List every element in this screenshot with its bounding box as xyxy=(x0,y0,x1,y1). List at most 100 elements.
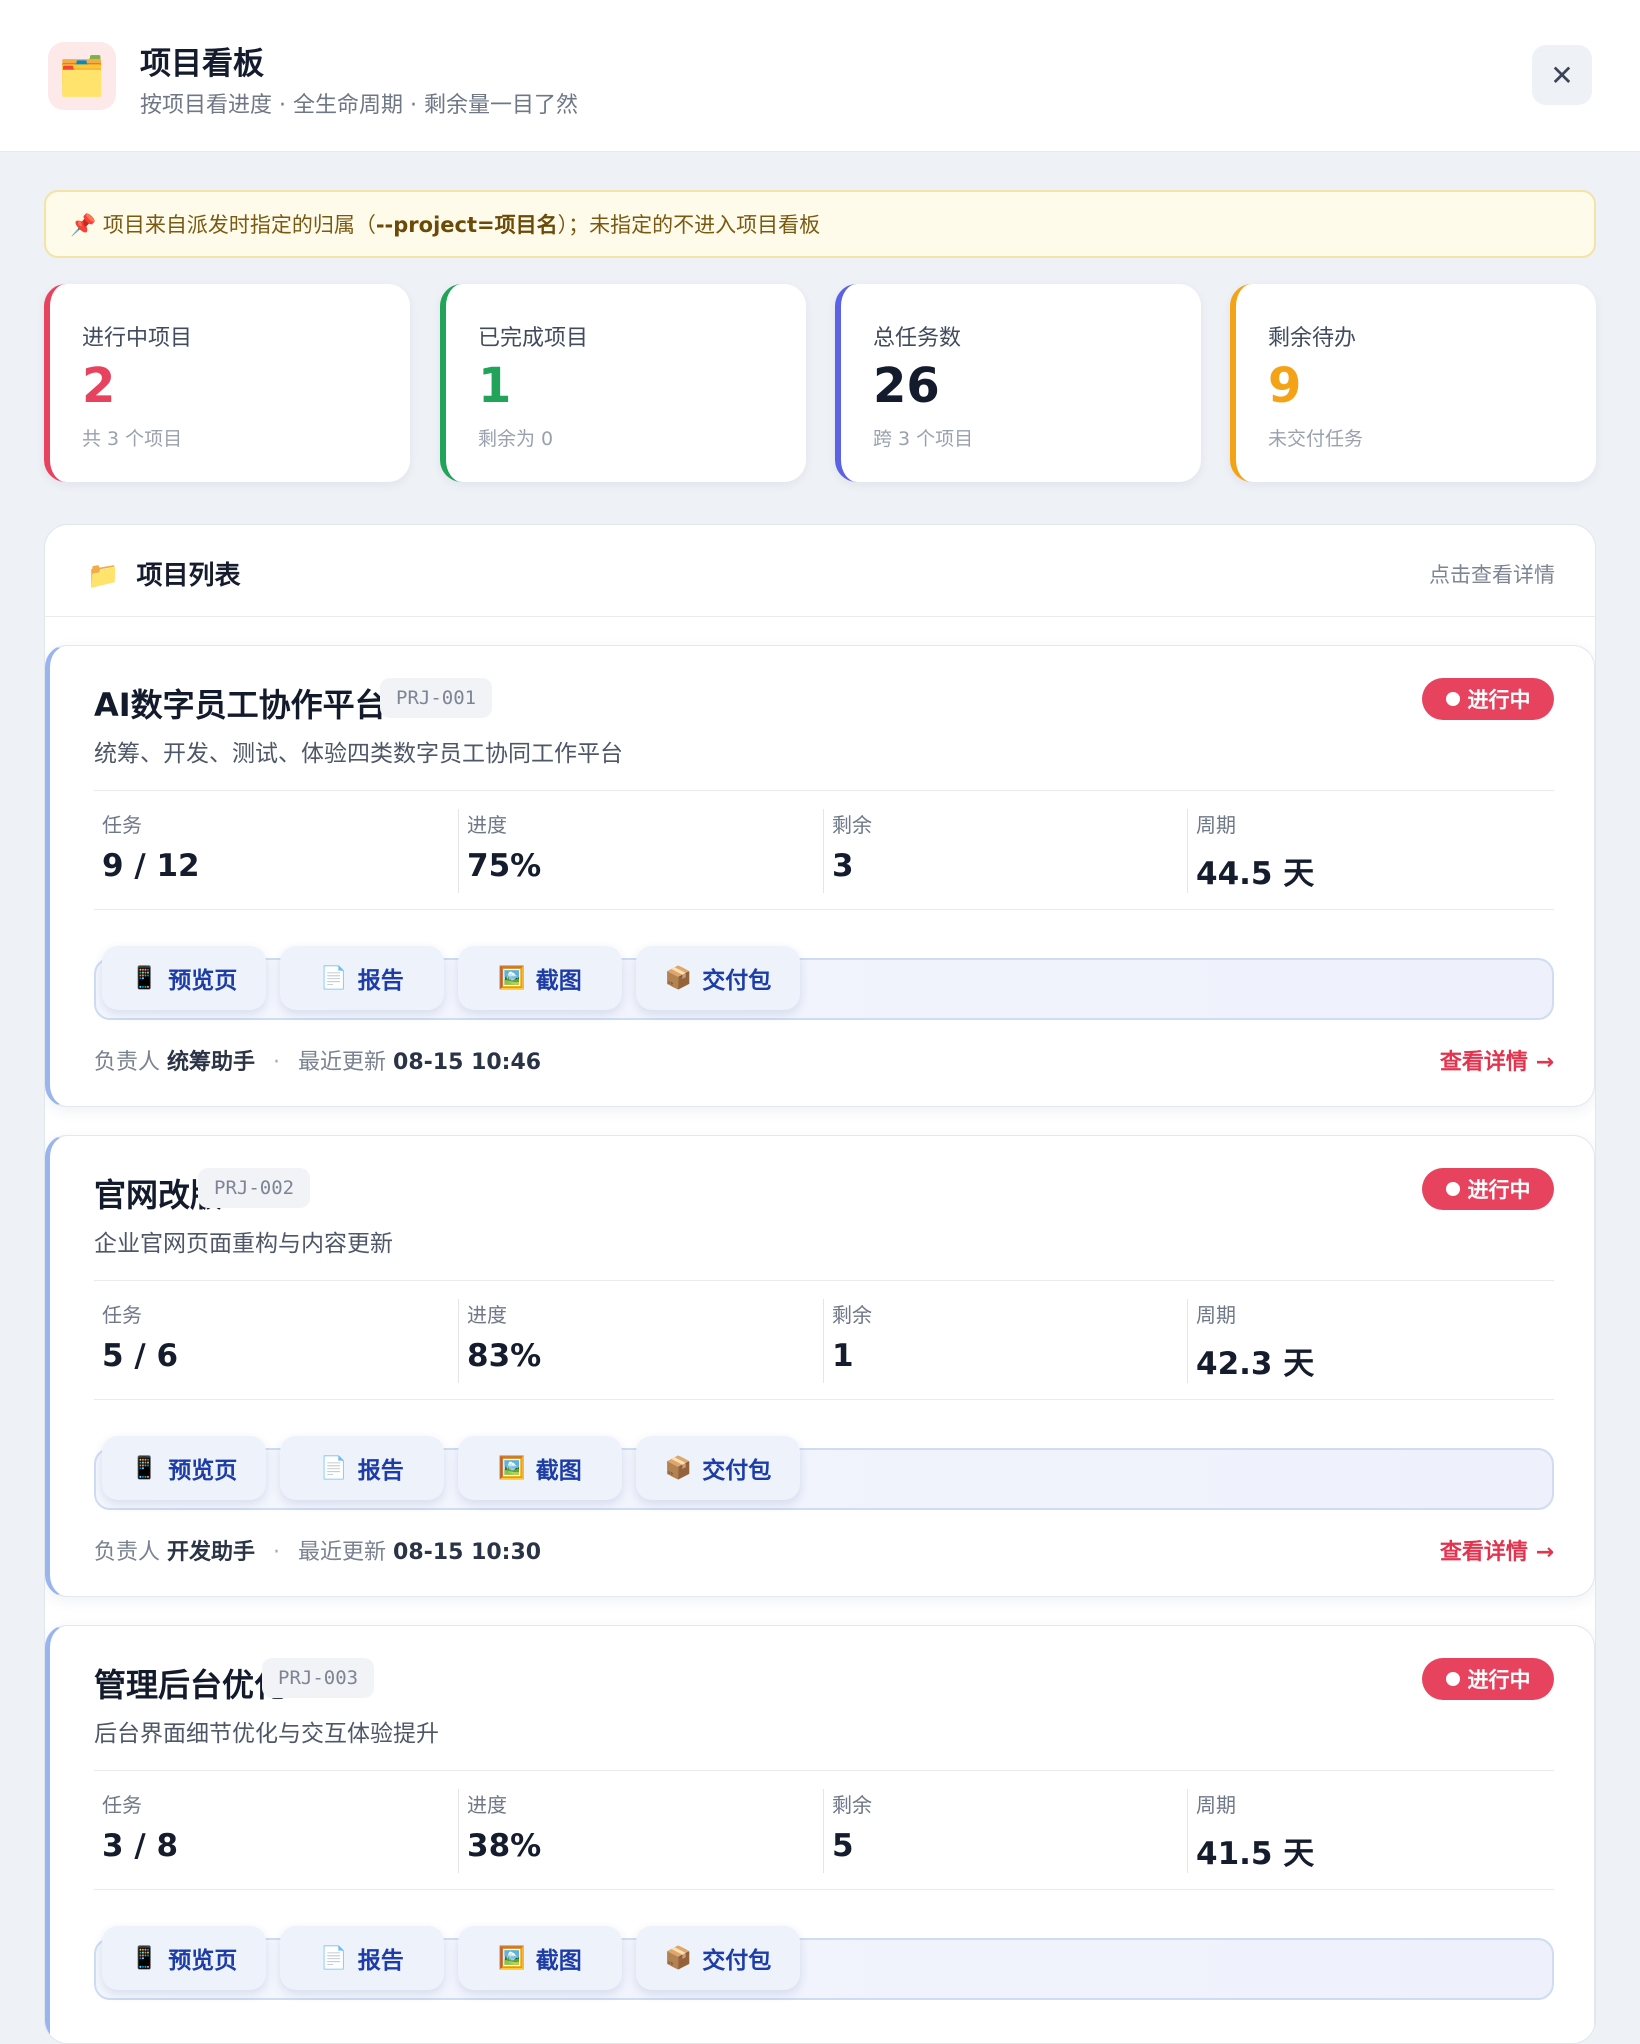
status-label: 进行中 xyxy=(1467,688,1531,712)
preview-page-button[interactable]: 📱 预览页 xyxy=(102,946,266,1010)
package-icon: 📦 xyxy=(664,965,693,991)
project-metrics: 任务 5 / 6 进度 83% 剩余 1 周期 42.3 天 xyxy=(94,1280,1554,1400)
status-badge: 进行中 xyxy=(1422,1168,1554,1210)
stat-label: 已完成项目 xyxy=(478,326,589,351)
project-actions: 📱 预览页 📄 报告 🖼️ 截图 📦 交付包 xyxy=(94,946,1554,1020)
project-card[interactable]: 管理后台优化 PRJ-003 进行中 后台界面细节优化与交互体验提升 任务 3 / 8 进度… xyxy=(45,1625,1595,2043)
project-list-hint: 点击查看详情 xyxy=(1429,563,1555,587)
action-label: 交付包 xyxy=(702,1458,772,1484)
screenshot-button[interactable]: 🖼️ 截图 xyxy=(458,1436,622,1500)
package-icon: 📦 xyxy=(664,1945,693,1971)
metric-cycle: 周期 41.5 天 xyxy=(1187,1789,1547,1873)
report-button[interactable]: 📄 报告 xyxy=(280,946,444,1010)
stat-sub: 共 3 个项目 xyxy=(82,428,183,450)
action-label: 报告 xyxy=(357,968,404,994)
metric-remaining: 剩余 1 xyxy=(823,1299,1183,1383)
metric-value: 44.5 天 xyxy=(1196,856,1315,892)
metric-label: 任务 xyxy=(102,813,142,837)
metric-progress: 进度 38% xyxy=(458,1789,818,1873)
folder-card-icon: 🗂️ xyxy=(48,42,116,110)
page-header: 🗂️ 项目看板 按项目看进度 · 全生命周期 · 剩余量一目了然 ✕ xyxy=(0,0,1640,152)
metric-value: 83% xyxy=(467,1338,542,1374)
delivery-package-button[interactable]: 📦 交付包 xyxy=(636,1436,800,1500)
action-label: 预览页 xyxy=(168,1948,238,1974)
picture-icon: 🖼️ xyxy=(498,965,526,991)
document-icon: 📄 xyxy=(320,965,348,991)
project-notice: 📌 项目来自派发时指定的归属（ --project=项目名 ）；未指定的不进入项目看… xyxy=(44,190,1596,258)
stat-label: 进行中项目 xyxy=(82,326,193,351)
status-dot-icon xyxy=(1445,1672,1460,1686)
action-label: 交付包 xyxy=(702,968,772,994)
stat-sub: 跨 3 个项目 xyxy=(873,428,974,450)
preview-page-button[interactable]: 📱 预览页 xyxy=(102,1926,266,1990)
status-dot-icon xyxy=(1445,1182,1460,1196)
status-label: 进行中 xyxy=(1467,1668,1531,1692)
metric-value: 5 xyxy=(832,1828,854,1864)
metric-remaining: 剩余 5 xyxy=(823,1789,1183,1873)
project-card[interactable]: AI数字员工协作平台 PRJ-001 进行中统筹、开发、测试、体验四类数字员工协同工… xyxy=(45,645,1595,1107)
owner-label: 负责人 xyxy=(94,1540,161,1565)
delivery-package-button[interactable]: 📦 交付包 xyxy=(636,1926,800,1990)
project-list-title: 📁 项目列表 xyxy=(87,555,240,592)
view-detail-link[interactable]: 查看详情 → xyxy=(1440,1534,1554,1566)
metric-progress: 进度 83% xyxy=(458,1299,818,1383)
notice-suffix: ）；未指定的不进入项目看板 xyxy=(557,213,821,237)
project-description: 统筹、开发、测试、体验四类数字员工协同工作平台 xyxy=(94,741,623,767)
screenshot-button[interactable]: 🖼️ 截图 xyxy=(458,946,622,1010)
screenshot-button[interactable]: 🖼️ 截图 xyxy=(458,1926,622,1990)
metric-label: 进度 xyxy=(467,813,507,837)
folder-icon: 📁 xyxy=(87,561,120,591)
metric-label: 周期 xyxy=(1196,813,1236,837)
updated-label: 最近更新 xyxy=(298,1050,387,1075)
metric-value: 42.3 天 xyxy=(1196,1346,1315,1382)
owner-name: 开发助手 xyxy=(167,1540,256,1565)
document-icon: 📄 xyxy=(320,1945,348,1971)
metric-label: 周期 xyxy=(1196,1303,1236,1327)
project-name: AI数字员工协作平台 xyxy=(94,686,387,724)
updated-label: 最近更新 xyxy=(298,1540,387,1565)
project-code: PRJ-002 xyxy=(198,1168,311,1208)
metric-tasks: 任务 3 / 8 xyxy=(94,1789,454,1873)
project-metrics: 任务 9 / 12 进度 75% 剩余 3 周期 44.5 天 xyxy=(94,790,1554,910)
metric-cycle: 周期 42.3 天 xyxy=(1187,1299,1547,1383)
stat-value: 26 xyxy=(873,358,940,414)
delivery-package-button[interactable]: 📦 交付包 xyxy=(636,946,800,1010)
project-code: PRJ-001 xyxy=(380,678,493,718)
package-icon: 📦 xyxy=(664,1455,693,1481)
metric-label: 任务 xyxy=(102,1303,142,1327)
separator-dot: · xyxy=(273,1540,281,1565)
action-label: 截图 xyxy=(535,968,582,994)
project-footer: 负责人 统筹助手 · 最近更新 08-15 10:46 xyxy=(94,1044,541,1076)
updated-time: 08-15 10:30 xyxy=(393,1540,542,1565)
metric-value: 3 xyxy=(832,848,854,884)
stat-value: 1 xyxy=(478,358,512,414)
metric-value: 5 / 6 xyxy=(102,1338,179,1374)
metric-progress: 进度 75% xyxy=(458,809,818,893)
project-list-header: 📁 项目列表 点击查看详情 xyxy=(45,525,1595,617)
view-detail-link[interactable]: 查看详情 → xyxy=(1440,1044,1554,1076)
metric-value: 75% xyxy=(467,848,542,884)
close-button[interactable]: ✕ xyxy=(1532,45,1592,105)
picture-icon: 🖼️ xyxy=(498,1945,526,1971)
project-code: PRJ-003 xyxy=(262,1658,375,1698)
picture-icon: 🖼️ xyxy=(498,1455,526,1481)
metric-value: 3 / 8 xyxy=(102,1828,179,1864)
stat-sub: 剩余为 0 xyxy=(478,428,554,450)
notice-code: --project=项目名 xyxy=(375,213,558,237)
metric-label: 剩余 xyxy=(832,813,872,837)
metric-tasks: 任务 5 / 6 xyxy=(94,1299,454,1383)
project-name: 管理后台优化 xyxy=(94,1666,287,1704)
phone-icon: 📱 xyxy=(130,965,159,991)
preview-page-button[interactable]: 📱 预览页 xyxy=(102,1436,266,1500)
status-label: 进行中 xyxy=(1467,1178,1531,1202)
action-label: 预览页 xyxy=(168,968,238,994)
metric-label: 进度 xyxy=(467,1303,507,1327)
project-card[interactable]: 官网改版 PRJ-002 进行中 企业官网页面重构与内容更新 任务 5 / 6 进度 83% 剩… xyxy=(45,1135,1595,1597)
report-button[interactable]: 📄 报告 xyxy=(280,1926,444,1990)
document-icon: 📄 xyxy=(320,1455,348,1481)
stat-card-active: 进行中项目 2 共 3 个项目 xyxy=(44,284,410,482)
metric-cycle: 周期 44.5 天 xyxy=(1187,809,1547,893)
stat-card-completed: 已完成项目 1 剩余为 0 xyxy=(440,284,806,482)
report-button[interactable]: 📄 报告 xyxy=(280,1436,444,1500)
status-badge: 进行中 xyxy=(1422,1658,1554,1700)
